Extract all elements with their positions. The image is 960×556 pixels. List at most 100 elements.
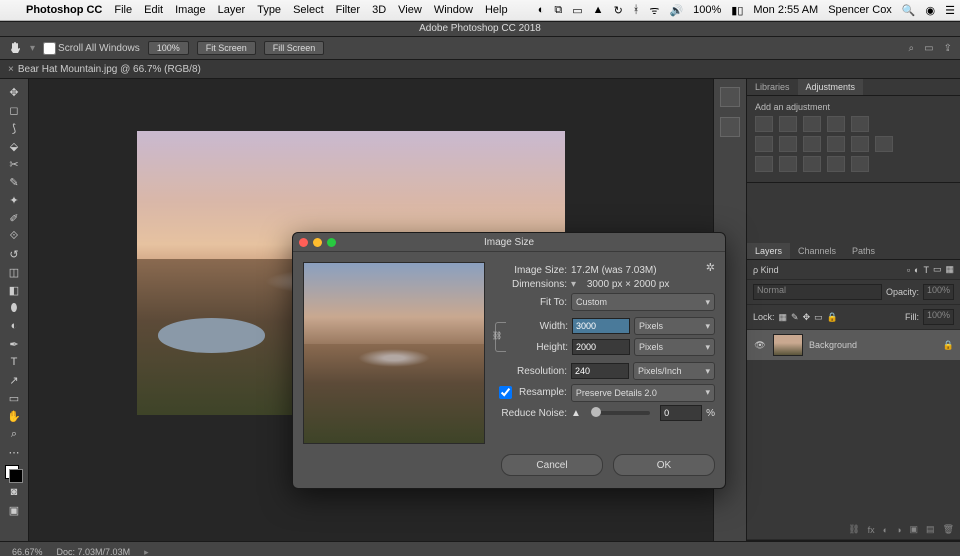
hand-tool-icon[interactable] xyxy=(8,41,22,55)
history-brush-tool-icon[interactable]: ↺ xyxy=(3,246,25,262)
menu-help[interactable]: Help xyxy=(479,4,514,16)
preview-thumbnail[interactable] xyxy=(303,262,485,444)
cc-icon[interactable]: ◐ xyxy=(533,4,550,16)
brightness-icon[interactable] xyxy=(755,116,773,132)
siri-icon[interactable]: ◉ xyxy=(921,4,941,17)
reduce-noise-slider[interactable] xyxy=(591,411,650,415)
marquee-tool-icon[interactable]: ◻ xyxy=(3,102,25,118)
lock-pos-icon[interactable]: ✥ xyxy=(803,312,811,323)
share-icon[interactable]: ⇪ xyxy=(944,43,952,54)
cancel-button[interactable]: Cancel xyxy=(501,454,603,476)
wifi-icon[interactable]: ᯤ xyxy=(644,3,664,18)
lookup-icon[interactable] xyxy=(875,136,893,152)
zoom-tool-icon[interactable]: ⌕ xyxy=(3,426,25,442)
crop-tool-icon[interactable]: ✂ xyxy=(3,156,25,172)
visibility-icon[interactable]: 👁 xyxy=(753,340,767,351)
new-layer-icon[interactable]: ▤ xyxy=(926,524,935,535)
type-tool-icon[interactable]: T xyxy=(3,354,25,370)
dropbox-icon[interactable]: ⧉ xyxy=(549,4,567,17)
eraser-tool-icon[interactable]: ◫ xyxy=(3,264,25,280)
kind-filter-label[interactable]: ρ Kind xyxy=(753,265,779,275)
layer-row[interactable]: 👁 Background 🔒 xyxy=(747,330,960,360)
zoom-100-button[interactable]: 100% xyxy=(148,41,189,55)
status-zoom[interactable]: 66.67% xyxy=(12,547,43,556)
mask-icon[interactable]: ◐ xyxy=(883,525,888,535)
menu-filter[interactable]: Filter xyxy=(330,4,366,16)
brush-tool-icon[interactable]: ✐ xyxy=(3,210,25,226)
menu-layer[interactable]: Layer xyxy=(212,4,252,16)
menu-file[interactable]: File xyxy=(108,4,138,16)
new-fill-icon[interactable]: ◑ xyxy=(896,525,901,535)
filter-smart-icon[interactable]: ▦ xyxy=(945,264,954,275)
bluetooth-icon[interactable]: ᚼ xyxy=(628,4,645,16)
quick-select-tool-icon[interactable]: ⬙ xyxy=(3,138,25,154)
fill-value[interactable]: 100% xyxy=(923,309,954,325)
reduce-noise-input[interactable] xyxy=(660,405,702,421)
volume-icon[interactable]: 🔊 xyxy=(664,4,688,17)
search-icon[interactable]: ⌕ xyxy=(909,43,915,54)
fit-to-select[interactable]: Custom xyxy=(571,293,715,311)
width-input[interactable] xyxy=(572,318,630,334)
trash-icon[interactable]: 🗑 xyxy=(943,524,954,535)
photo-filter-icon[interactable] xyxy=(827,136,845,152)
heal-tool-icon[interactable]: ✦ xyxy=(3,192,25,208)
tab-channels[interactable]: Channels xyxy=(790,243,844,259)
pen-tool-icon[interactable]: ✒ xyxy=(3,336,25,352)
search-icon[interactable]: 🔍 xyxy=(897,4,921,17)
menu-image[interactable]: Image xyxy=(169,4,212,16)
link-layers-icon[interactable]: ⛓ xyxy=(848,524,859,535)
fill-screen-button[interactable]: Fill Screen xyxy=(264,41,325,55)
stamp-tool-icon[interactable]: ⟐ xyxy=(3,228,25,244)
history-panel-icon[interactable] xyxy=(720,87,740,107)
resample-checkbox[interactable] xyxy=(499,386,512,399)
posterize-icon[interactable] xyxy=(779,156,797,172)
menu-app[interactable]: Photoshop CC xyxy=(20,4,108,16)
color-balance-icon[interactable] xyxy=(779,136,797,152)
resample-select[interactable]: Preserve Details 2.0 xyxy=(571,384,715,402)
link-icon[interactable] xyxy=(495,322,506,352)
channel-mixer-icon[interactable] xyxy=(851,136,869,152)
edit-toolbar-icon[interactable]: ⋯ xyxy=(3,444,25,460)
shape-tool-icon[interactable]: ▭ xyxy=(3,390,25,406)
resolution-unit-select[interactable]: Pixels/Inch xyxy=(633,362,715,380)
menu-select[interactable]: Select xyxy=(287,4,330,16)
bw-icon[interactable] xyxy=(803,136,821,152)
tab-close-icon[interactable]: × xyxy=(8,64,14,75)
move-tool-icon[interactable]: ✥ xyxy=(3,84,25,100)
opacity-value[interactable]: 100% xyxy=(923,284,954,300)
notification-icon[interactable]: ☰ xyxy=(940,4,960,17)
chevron-down-icon[interactable]: ▾ xyxy=(571,279,576,290)
lock-all-icon[interactable]: 🔒 xyxy=(827,312,838,323)
canvas-area[interactable]: Image Size ✲ Image Size:17.2M (was 7.03M… xyxy=(29,79,713,541)
lock-artboard-icon[interactable]: ▭ xyxy=(814,312,823,323)
document-tab-title[interactable]: Bear Hat Mountain.jpg @ 66.7% (RGB/8) xyxy=(18,64,201,75)
workspace-icon[interactable]: ▭ xyxy=(924,43,933,54)
height-unit-select[interactable]: Pixels xyxy=(634,338,715,356)
vibrance-icon[interactable] xyxy=(851,116,869,132)
tab-layers[interactable]: Layers xyxy=(747,243,790,259)
warn-icon[interactable]: ▲ xyxy=(588,4,609,16)
filter-image-icon[interactable]: ▫ xyxy=(907,265,910,275)
eyedropper-tool-icon[interactable]: ✎ xyxy=(3,174,25,190)
hand-tool-icon[interactable]: ✋ xyxy=(3,408,25,424)
menu-type[interactable]: Type xyxy=(251,4,287,16)
gradient-tool-icon[interactable]: ◧ xyxy=(3,282,25,298)
filter-shape-icon[interactable]: ▭ xyxy=(933,264,942,275)
new-group-icon[interactable]: ▣ xyxy=(910,524,919,535)
status-doc[interactable]: Doc: 7.03M/7.03M xyxy=(57,547,131,556)
ok-button[interactable]: OK xyxy=(613,454,715,476)
tab-paths[interactable]: Paths xyxy=(844,243,883,259)
hue-icon[interactable] xyxy=(755,136,773,152)
menu-view[interactable]: View xyxy=(392,4,428,16)
color-swatches[interactable] xyxy=(5,465,23,483)
tab-libraries[interactable]: Libraries xyxy=(747,79,798,95)
scroll-all-checkbox[interactable]: Scroll All Windows xyxy=(43,42,140,55)
fit-screen-button[interactable]: Fit Screen xyxy=(197,41,256,55)
menu-window[interactable]: Window xyxy=(428,4,479,16)
screen-mode-icon[interactable]: ▣ xyxy=(3,502,25,518)
width-unit-select[interactable]: Pixels xyxy=(634,317,715,335)
backup-icon[interactable]: ↻ xyxy=(609,4,628,17)
battery-icon[interactable]: ▮▯ xyxy=(726,4,748,17)
blur-tool-icon[interactable]: ⬮ xyxy=(3,300,25,316)
filter-type-icon[interactable]: T xyxy=(923,265,929,275)
